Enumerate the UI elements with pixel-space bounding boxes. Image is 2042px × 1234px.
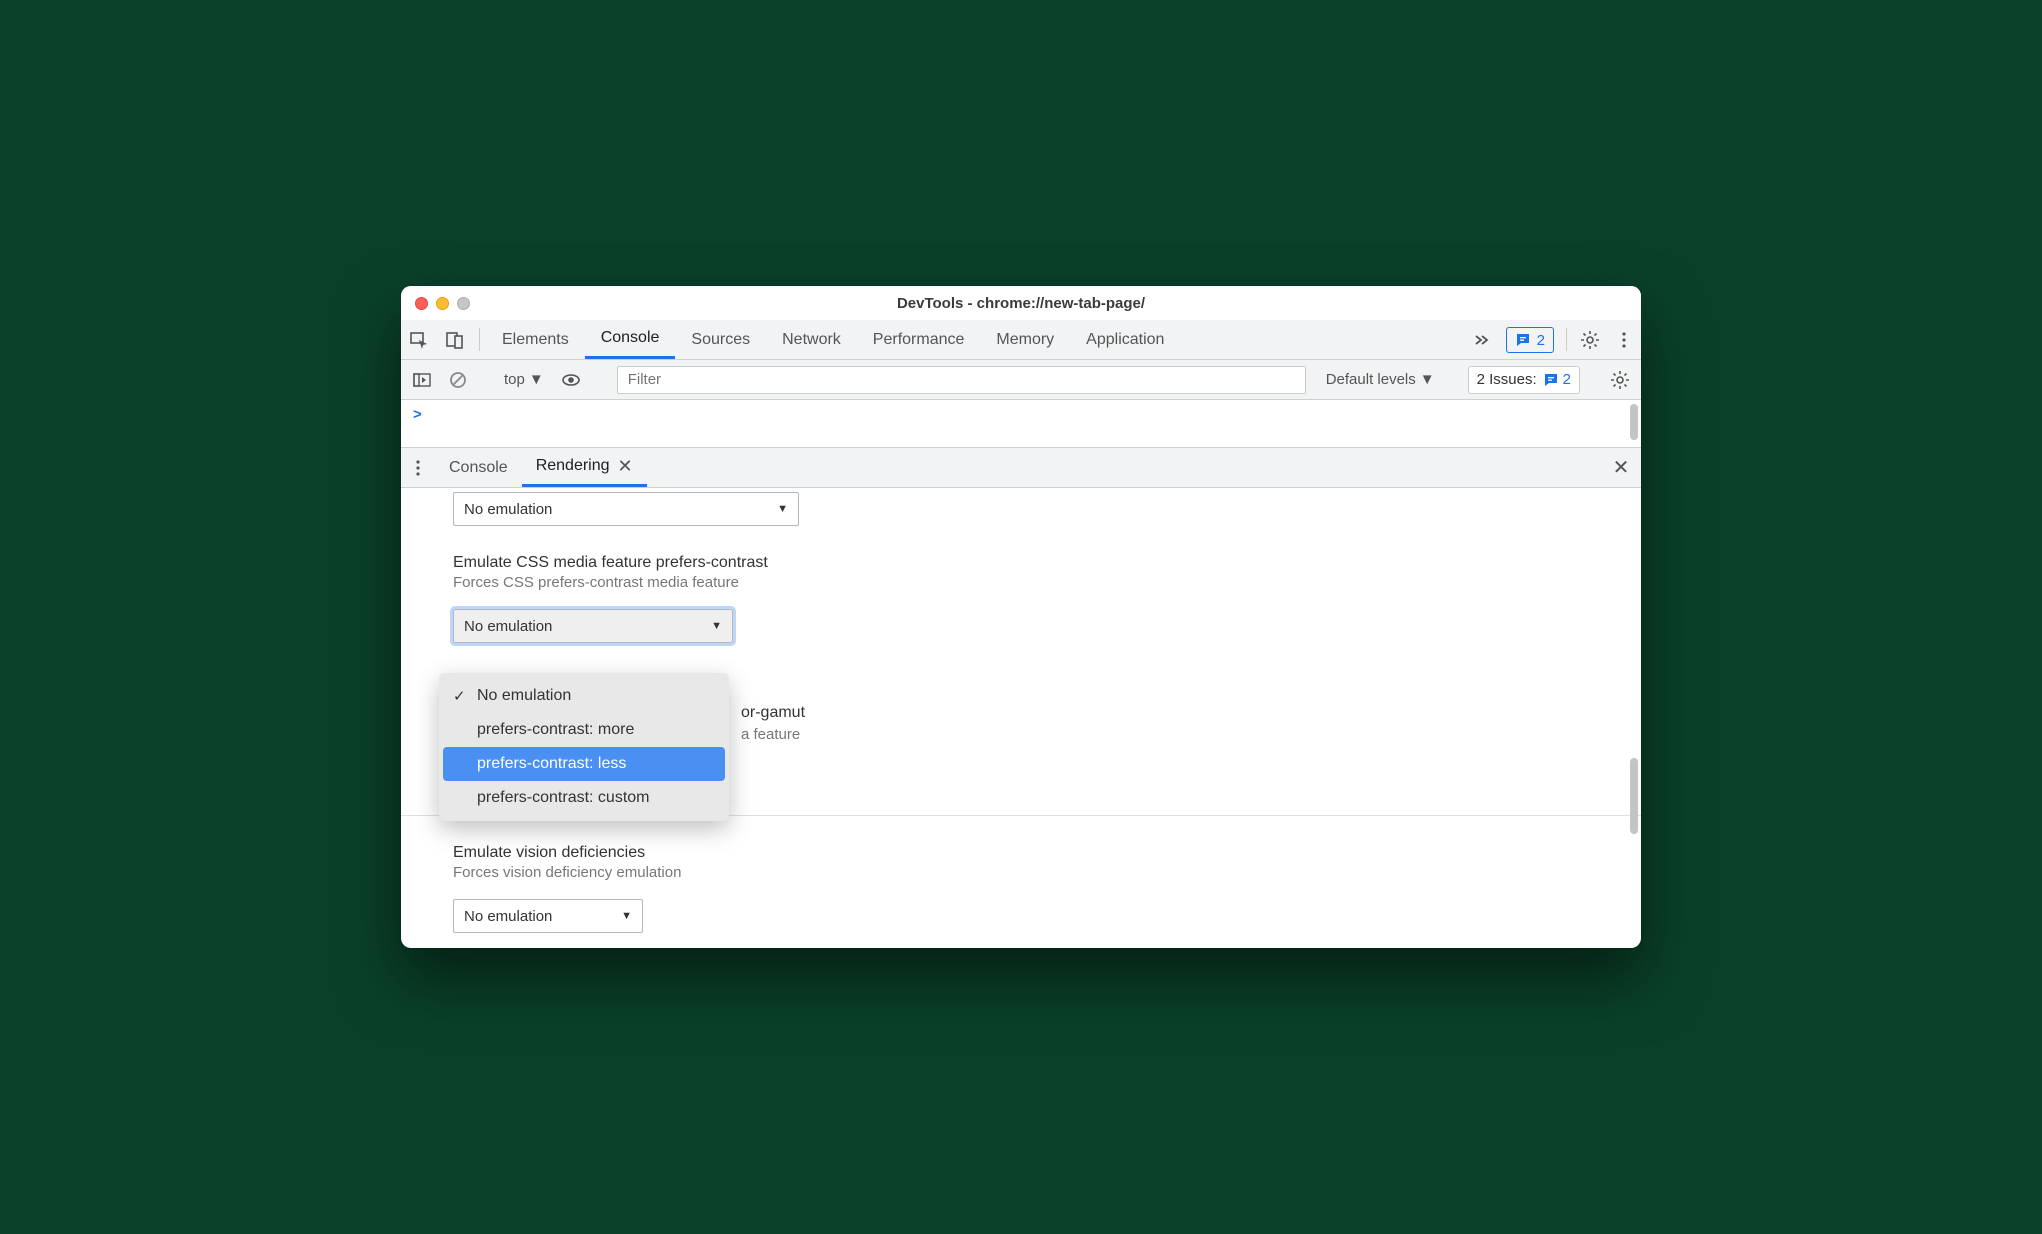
color-gamut-subtitle-fragment: a feature [741,726,800,743]
drawer-tab-label: Rendering [536,457,610,475]
tab-performance[interactable]: Performance [857,320,981,359]
messages-badge[interactable]: 2 [1506,327,1554,353]
log-levels-selector[interactable]: Default levels ▼ [1318,371,1443,388]
tab-console[interactable]: Console [585,320,676,359]
window-title: DevTools - chrome://new-tab-page/ [401,295,1641,312]
tab-label: Memory [996,331,1054,349]
tab-sources[interactable]: Sources [675,320,766,359]
vision-deficiencies-select[interactable]: No emulation ▼ [453,899,643,933]
dropdown-option-less[interactable]: prefers-contrast: less [443,747,725,781]
issues-label: 2 Issues: [1477,371,1537,388]
settings-icon[interactable] [1573,320,1607,359]
clear-console-icon[interactable] [443,371,473,389]
tab-network[interactable]: Network [766,320,857,359]
console-body[interactable]: > [401,400,1641,448]
dropdown-option-more[interactable]: prefers-contrast: more [443,713,725,747]
dropdown-option-custom[interactable]: prefers-contrast: custom [443,781,725,815]
drawer-tab-label: Console [449,459,508,477]
top-emulation-select[interactable]: No emulation ▼ [453,492,799,526]
devtools-window: DevTools - chrome://new-tab-page/ Elemen… [401,286,1641,948]
context-label: top [504,371,525,388]
zoom-window-button[interactable] [457,297,470,310]
prefers-contrast-title: Emulate CSS media feature prefers-contra… [453,554,1627,572]
live-expression-icon[interactable] [556,370,586,390]
more-tabs-icon[interactable] [1464,320,1500,359]
prefers-contrast-dropdown: No emulation prefers-contrast: more pref… [439,673,729,821]
drawer-tab-strip: Console Rendering ✕ ✕ [401,448,1641,488]
console-toolbar: top ▼ Default levels ▼ 2 Issues: 2 [401,360,1641,400]
filter-input[interactable] [617,366,1306,394]
message-icon [1515,332,1531,348]
drawer-kebab-icon[interactable] [401,448,435,487]
message-icon [1543,372,1559,388]
context-selector[interactable]: top ▼ [498,371,550,388]
issues-badge[interactable]: 2 Issues: 2 [1468,366,1580,394]
rendering-panel: No emulation ▼ Emulate CSS media feature… [401,488,1641,948]
chevron-down-icon: ▼ [777,503,788,515]
toggle-sidebar-icon[interactable] [407,371,437,389]
kebab-menu-icon[interactable] [1607,320,1641,359]
issues-count: 2 [1563,371,1571,388]
tab-label: Sources [691,331,750,349]
dropdown-option-no-emulation[interactable]: No emulation [443,679,725,713]
select-value: No emulation [464,618,552,635]
option-label: prefers-contrast: custom [477,789,650,807]
tab-memory[interactable]: Memory [980,320,1070,359]
tab-label: Application [1086,331,1164,349]
tab-label: Performance [873,331,965,349]
option-label: prefers-contrast: more [477,721,634,739]
scrollbar-thumb[interactable] [1630,404,1638,440]
prefers-contrast-select[interactable]: No emulation ▼ [453,609,733,643]
chevron-down-icon: ▼ [529,371,544,388]
prefers-contrast-subtitle: Forces CSS prefers-contrast media featur… [453,574,1627,591]
select-value: No emulation [464,501,552,518]
vision-deficiencies-title: Emulate vision deficiencies [453,844,1627,862]
tab-label: Console [601,329,660,347]
close-window-button[interactable] [415,297,428,310]
main-tab-strip: Elements Console Sources Network Perform… [401,320,1641,360]
chevron-down-icon: ▼ [1420,371,1435,388]
device-toggle-icon[interactable] [437,320,473,359]
chevron-down-icon: ▼ [711,620,722,632]
badge-count: 2 [1537,332,1545,349]
inspect-element-icon[interactable] [401,320,437,359]
minimize-window-button[interactable] [436,297,449,310]
close-tab-icon[interactable]: ✕ [618,456,633,477]
drawer-tab-rendering[interactable]: Rendering ✕ [522,448,647,487]
issues-count-wrap: 2 [1543,371,1571,388]
chevron-down-icon: ▼ [621,910,632,922]
option-label: No emulation [477,687,571,705]
vision-deficiencies-subtitle: Forces vision deficiency emulation [453,864,1627,881]
close-drawer-icon[interactable]: ✕ [1601,448,1641,487]
tab-label: Elements [502,331,569,349]
color-gamut-title-fragment: or-gamut [741,704,805,722]
divider [1566,328,1567,351]
divider [479,328,480,351]
panel-scrollbar-thumb[interactable] [1630,758,1638,834]
tab-label: Network [782,331,841,349]
traffic-lights [401,297,470,310]
levels-label: Default levels [1326,371,1416,388]
drawer-tab-console[interactable]: Console [435,448,522,487]
tab-application[interactable]: Application [1070,320,1180,359]
tab-elements[interactable]: Elements [486,320,585,359]
console-prompt: > [401,400,1641,429]
titlebar: DevTools - chrome://new-tab-page/ [401,286,1641,320]
console-settings-icon[interactable] [1605,370,1635,390]
option-label: prefers-contrast: less [477,755,626,773]
select-value: No emulation [464,908,552,925]
